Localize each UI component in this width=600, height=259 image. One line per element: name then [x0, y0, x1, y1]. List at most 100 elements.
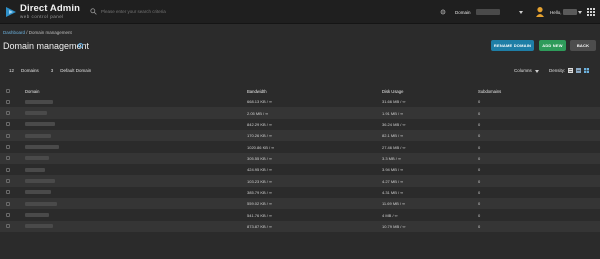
domain-count: 12	[9, 68, 15, 73]
row-checkbox[interactable]	[6, 224, 10, 229]
density-compact-icon[interactable]	[568, 68, 573, 73]
disk-usage-value: 3.3 MB / ∞	[382, 155, 401, 161]
back-button[interactable]: BACK	[570, 40, 596, 51]
col-bandwidth[interactable]: Bandwidth	[247, 89, 267, 94]
domain-name-redacted[interactable]	[25, 111, 47, 116]
bandwidth-value: 1020.86 KB / ∞	[247, 144, 275, 150]
col-subdomains[interactable]: Subdomains	[478, 89, 501, 94]
domain-name-redacted[interactable]	[25, 133, 51, 138]
row-checkbox[interactable]	[6, 213, 10, 218]
subdomains-value: 0	[478, 155, 481, 161]
domains-filter[interactable]: Domains	[21, 68, 39, 73]
col-domain[interactable]: Domain	[25, 89, 39, 94]
row-checkbox[interactable]	[6, 99, 10, 104]
info-icon[interactable]	[78, 43, 83, 48]
bandwidth-value: 668.13 KB / ∞	[247, 99, 272, 105]
disk-usage-value: 4.31 MB / ∞	[382, 189, 404, 195]
table-row[interactable]: 1020.86 KB / ∞ 27.46 MB / ∞ 0	[0, 141, 600, 153]
page-title: Domain management	[3, 41, 90, 51]
table-filters: 12 Domains 3 Default Domain	[9, 68, 91, 73]
table-row[interactable]: 873.87 KB / ∞ 10.79 MB / ∞ 0	[0, 220, 600, 233]
row-checkbox[interactable]	[6, 167, 10, 172]
bandwidth-value: 170.26 KB / ∞	[247, 133, 272, 139]
table-row[interactable]: 559.02 KB / ∞ 11.69 MB / ∞ 0	[0, 198, 600, 210]
subdomains-value: 0	[478, 212, 481, 218]
row-checkbox[interactable]	[6, 190, 10, 195]
table-row[interactable]: 103.23 KB / ∞ 4.27 MB / ∞ 0	[0, 175, 600, 187]
default-domain-filter[interactable]: Default Domain	[60, 68, 91, 73]
bandwidth-value: 559.02 KB / ∞	[247, 201, 272, 207]
domain-name-redacted[interactable]	[25, 145, 59, 150]
table-row[interactable]: 668.13 KB / ∞ 31.66 MB / ∞ 0	[0, 96, 600, 108]
bandwidth-value: 2.05 MB / ∞	[247, 110, 269, 116]
subdomains-value: 0	[478, 133, 481, 139]
disk-usage-value: 82.1 MB / ∞	[382, 133, 404, 139]
table-header: Domain Bandwidth Disk Usage Subdomains	[0, 86, 600, 96]
domain-name-redacted[interactable]	[25, 190, 51, 195]
user-name[interactable]	[563, 9, 577, 15]
domain-name-redacted[interactable]	[25, 167, 45, 172]
disk-usage-value: 3.94 MB / ∞	[382, 167, 404, 173]
table-row[interactable]: 842.29 KB / ∞ 36.24 MB / ∞ 0	[0, 118, 600, 131]
row-checkbox[interactable]	[6, 111, 10, 116]
gear-icon[interactable]	[440, 9, 446, 15]
subdomains-value: 0	[478, 110, 481, 116]
domain-name-redacted[interactable]	[25, 224, 53, 229]
row-checkbox[interactable]	[6, 179, 10, 184]
apps-grid-icon[interactable]	[587, 8, 595, 16]
domain-name-redacted[interactable]	[25, 213, 49, 218]
table-row[interactable]: 170.26 KB / ∞ 82.1 MB / ∞ 0	[0, 130, 600, 142]
domain-name-redacted[interactable]	[25, 179, 55, 184]
disk-usage-value: 4 MB / ∞	[382, 212, 398, 218]
user-menu-chevron-icon[interactable]	[578, 11, 582, 14]
bandwidth-value: 424.95 KB / ∞	[247, 167, 272, 173]
bandwidth-value: 305.55 KB / ∞	[247, 155, 272, 161]
default-count: 3	[50, 68, 54, 73]
table-row[interactable]: 424.95 KB / ∞ 3.94 MB / ∞ 0	[0, 164, 600, 176]
domain-selector[interactable]	[476, 9, 500, 15]
row-checkbox[interactable]	[6, 145, 10, 150]
app-tagline: web control panel	[20, 13, 64, 19]
row-checkbox[interactable]	[6, 156, 10, 161]
breadcrumb-current: Domain management	[28, 30, 72, 35]
disk-usage-value: 27.46 MB / ∞	[382, 144, 406, 150]
breadcrumb: Dashboard / Domain management	[3, 30, 72, 35]
bandwidth-value: 842.29 KB / ∞	[247, 121, 272, 127]
domain-name-redacted[interactable]	[25, 156, 49, 161]
table-row[interactable]: 305.55 KB / ∞ 3.3 MB / ∞ 0	[0, 152, 600, 165]
density-label: Density:	[549, 68, 566, 73]
col-disk-usage[interactable]: Disk Usage	[382, 89, 403, 94]
chevron-down-icon[interactable]	[519, 11, 523, 14]
table-row[interactable]: 2.05 MB / ∞ 1.91 MB / ∞ 0	[0, 107, 600, 119]
user-avatar-icon[interactable]	[535, 6, 545, 18]
domain-name-redacted[interactable]	[25, 201, 57, 206]
density-grid-icon[interactable]	[584, 68, 589, 73]
subdomains-value: 0	[478, 223, 481, 229]
select-all-checkbox[interactable]	[6, 89, 10, 93]
row-checkbox[interactable]	[6, 122, 10, 127]
columns-toggle[interactable]: Columns	[514, 68, 532, 73]
subdomains-value: 0	[478, 121, 481, 127]
subdomains-value: 0	[478, 189, 481, 195]
top-bar: Direct Admin web control panel Domain He…	[0, 0, 600, 24]
disk-usage-value: 11.69 MB / ∞	[382, 201, 406, 207]
domain-name-redacted[interactable]	[25, 99, 53, 104]
app-logo[interactable]: Direct Admin web control panel	[5, 4, 80, 19]
domain-selector-label: Domain	[455, 10, 471, 15]
density-normal-icon[interactable]	[576, 68, 581, 73]
columns-chevron-icon[interactable]	[535, 70, 539, 73]
breadcrumb-dashboard[interactable]: Dashboard	[3, 30, 25, 35]
disk-usage-value: 36.24 MB / ∞	[382, 121, 406, 127]
app-name: Direct Admin	[20, 3, 80, 14]
row-checkbox[interactable]	[6, 133, 10, 138]
row-checkbox[interactable]	[6, 201, 10, 206]
add-new-button[interactable]: ADD NEW	[539, 40, 566, 51]
rename-domain-button[interactable]: RENAME DOMAIN	[491, 40, 534, 51]
table-row[interactable]: 541.76 KB / ∞ 4 MB / ∞ 0	[0, 209, 600, 221]
domain-name-redacted[interactable]	[25, 122, 55, 127]
search-input[interactable]	[101, 9, 341, 14]
table-row[interactable]: 385.79 KB / ∞ 4.31 MB / ∞ 0	[0, 186, 600, 199]
bandwidth-value: 873.87 KB / ∞	[247, 223, 272, 229]
subdomains-value: 0	[478, 178, 481, 184]
bandwidth-value: 541.76 KB / ∞	[247, 212, 272, 218]
